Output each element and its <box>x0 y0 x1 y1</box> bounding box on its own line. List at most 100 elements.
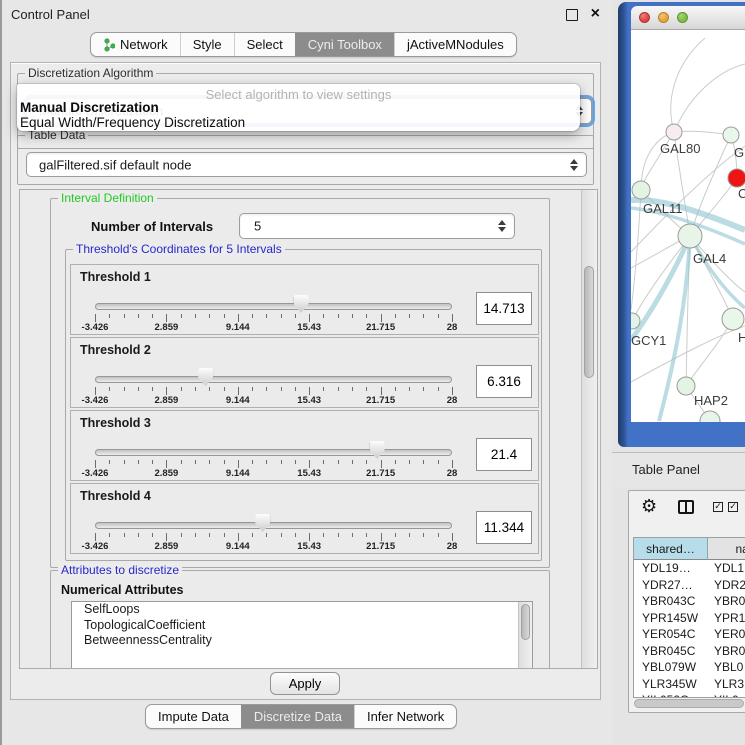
tab-discretize-data[interactable]: Discretize Data <box>241 705 354 728</box>
slider-handle[interactable] <box>255 514 270 532</box>
minimize-traffic-light-icon[interactable] <box>658 12 669 23</box>
cell-name: YBL0 <box>714 660 743 674</box>
list-scrollbar[interactable] <box>518 602 532 668</box>
network-view-window: GAL80GCGAL11GAL4GCY1HHAP2 <box>618 2 745 447</box>
table-data-combobox[interactable]: galFiltered.sif default node <box>26 152 587 177</box>
column-header-name[interactable]: name <box>708 538 745 560</box>
settings-scroll-pane: Interval Definition Number of Intervals … <box>19 189 598 669</box>
table-row[interactable]: YER054CYER0 <box>634 626 745 643</box>
slider-track[interactable] <box>95 522 452 529</box>
tab-cyni-toolbox[interactable]: Cyni Toolbox <box>295 33 394 56</box>
tab-select[interactable]: Select <box>234 33 295 56</box>
list-item[interactable]: BetweennessCentrality <box>72 633 532 649</box>
group-title: Attributes to discretize <box>58 563 182 577</box>
node-label: GCY1 <box>631 333 666 348</box>
network-node[interactable] <box>678 224 702 248</box>
close-icon[interactable]: × <box>591 4 600 24</box>
group-title: Interval Definition <box>58 191 157 205</box>
node-label: GAL80 <box>660 141 700 156</box>
threshold-panel-3: Threshold 3-3.4262.8599.14415.4321.71528 <box>70 410 539 481</box>
list-item[interactable]: TopologicalCoefficient <box>72 618 532 634</box>
slider-handle[interactable] <box>198 368 213 386</box>
node-label: GAL11 <box>643 201 683 216</box>
network-canvas[interactable]: GAL80GCGAL11GAL4GCY1HHAP2 <box>631 30 745 422</box>
dropdown-option-manual[interactable]: Manual Discretization <box>20 100 159 115</box>
tab-jactivemnodules[interactable]: jActiveMNodules <box>394 33 516 56</box>
settings-vertical-scrollbar[interactable] <box>581 190 597 668</box>
slider-handle[interactable] <box>294 295 309 313</box>
cell-shared-name: YPR145W <box>642 611 698 625</box>
threshold-slider[interactable]: -3.4262.8599.14415.4321.71528 <box>95 484 452 553</box>
checkbox-checked-icon[interactable]: ✓ <box>728 502 738 512</box>
table-horizontal-scrollbar[interactable] <box>634 699 744 708</box>
float-window-icon[interactable] <box>566 9 578 21</box>
network-node[interactable] <box>700 411 720 422</box>
tick-label: -3.426 <box>82 541 109 552</box>
cell-shared-name: YBL079W <box>642 660 696 674</box>
cell-shared-name: YER054C <box>642 627 695 641</box>
table-row[interactable]: YLR345WYLR3 <box>634 676 745 693</box>
threshold-value-field[interactable] <box>476 292 532 325</box>
tick-label: 28 <box>447 541 458 552</box>
threshold-value-field[interactable] <box>476 438 532 471</box>
close-traffic-light-icon[interactable] <box>639 12 650 23</box>
slider-ticks <box>95 314 452 322</box>
list-item[interactable]: SelfLoops <box>72 602 532 618</box>
network-node[interactable] <box>723 127 739 143</box>
slider-track[interactable] <box>95 303 452 310</box>
cell-name: YDR2 <box>714 578 745 592</box>
slider-track[interactable] <box>95 449 452 456</box>
tab-network[interactable]: Network <box>91 33 180 56</box>
table-row[interactable]: YIL052CYIL0 <box>634 692 745 697</box>
threshold-value-field[interactable] <box>476 511 532 544</box>
tab-impute-data[interactable]: Impute Data <box>146 705 241 728</box>
dropdown-option-equal-width[interactable]: Equal Width/Frequency Discretization <box>20 115 245 130</box>
numerical-attributes-list[interactable]: SelfLoopsTopologicalCoefficientBetweenne… <box>71 601 533 669</box>
table-data-group: Table Data galFiltered.sif default node <box>17 135 594 185</box>
combo-spinner-icon <box>498 220 505 232</box>
numerical-attributes-label: Numerical Attributes <box>61 583 183 597</box>
slider-track[interactable] <box>95 376 452 383</box>
cell-name: YPR1 <box>714 611 745 625</box>
network-node[interactable] <box>728 169 745 187</box>
table-row[interactable]: YPR145W YPR1 <box>634 610 745 627</box>
threshold-slider[interactable]: -3.4262.8599.14415.4321.71528 <box>95 338 452 407</box>
settings-gear-icon[interactable]: ⚙ <box>641 496 657 517</box>
tab-label: Impute Data <box>158 709 229 724</box>
table-row[interactable]: YDL19…YDL1 <box>634 560 745 577</box>
tick-label: 21.715 <box>366 468 395 479</box>
table-row[interactable]: YBR043CYBR0 <box>634 593 745 610</box>
column-header-label: name <box>735 542 745 556</box>
network-node[interactable] <box>677 377 695 395</box>
tick-label: 9.144 <box>226 541 250 552</box>
network-node[interactable] <box>632 181 650 199</box>
table-row[interactable]: YDR27…YDR2 <box>634 577 745 594</box>
network-node[interactable] <box>666 124 682 140</box>
network-edge <box>671 38 705 132</box>
column-header-shared[interactable]: shared… <box>634 538 708 560</box>
slider-handle[interactable] <box>370 441 385 459</box>
threshold-slider[interactable]: -3.4262.8599.14415.4321.71528 <box>95 411 452 480</box>
threshold-slider[interactable]: -3.4262.8599.14415.4321.71528 <box>95 265 452 334</box>
apply-button[interactable]: Apply <box>270 672 340 695</box>
threshold-value-field[interactable] <box>476 365 532 398</box>
number-of-intervals-combobox[interactable]: 5 <box>239 213 515 239</box>
table-row[interactable]: YBL079W YBL0 <box>634 659 745 676</box>
cyni-toolbox-panel: Discretization Algorithm Manual Discreti… <box>10 62 601 700</box>
tab-style[interactable]: Style <box>180 33 234 56</box>
checkbox-checked-icon[interactable]: ✓ <box>713 502 723 512</box>
zoom-traffic-light-icon[interactable] <box>677 12 688 23</box>
cell-shared-name: YLR345W <box>642 677 697 691</box>
split-columns-icon[interactable] <box>678 500 694 514</box>
tick-label: 15.43 <box>297 322 321 333</box>
network-node[interactable] <box>722 308 744 330</box>
tab-infer-network[interactable]: Infer Network <box>354 705 456 728</box>
network-window-titlebar <box>631 6 745 30</box>
cell-shared-name: YBR043C <box>642 594 695 608</box>
table-panel-titlebar: Table Panel <box>612 452 745 487</box>
tick-label: 9.144 <box>226 322 250 333</box>
tick-label: 21.715 <box>366 541 395 552</box>
threshold-panel-1: Threshold 1-3.4262.8599.14415.4321.71528 <box>70 264 539 335</box>
table-row[interactable]: YBR045CYBR0 <box>634 643 745 660</box>
node-label: H <box>738 330 745 345</box>
